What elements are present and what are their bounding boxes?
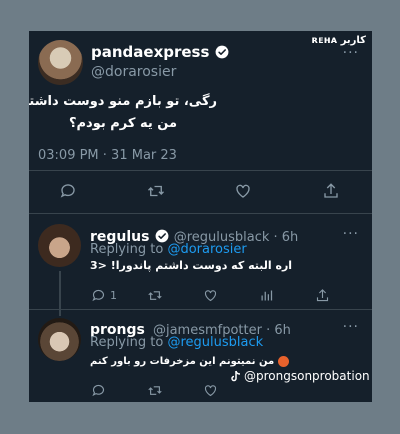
retweet-icon[interactable] — [147, 288, 163, 303]
timestamp[interactable]: 03:09 PM · 31 Mar 23 — [38, 148, 177, 163]
share-icon[interactable] — [322, 182, 340, 200]
tweet-text: من نمیتونم این مزخرفات رو باور کنم — [90, 356, 275, 367]
reply-icon[interactable] — [91, 288, 106, 303]
tweet-text-line-1: رگی، تو بازم منو دوست داشتی اگه — [29, 94, 217, 109]
replying-to: Replying to @regulusblack — [90, 335, 264, 350]
tiktok-watermark: @prongsonprobation — [229, 369, 370, 383]
share-icon[interactable] — [315, 288, 330, 303]
reply-count: 1 — [110, 289, 117, 302]
angry-emoji-icon — [278, 356, 290, 367]
retweet-icon[interactable] — [147, 383, 163, 398]
verified-badge-icon — [215, 45, 229, 59]
more-options-icon[interactable]: ··· — [343, 226, 359, 242]
replying-to-link[interactable]: @dorarosier — [167, 242, 246, 257]
tweet-text-line-2: من یه کرم بودم؟ — [68, 116, 177, 131]
avatar[interactable] — [38, 318, 81, 361]
divider — [29, 170, 372, 171]
handle[interactable]: @dorarosier — [91, 64, 176, 80]
divider — [29, 309, 372, 310]
avatar[interactable] — [38, 40, 83, 85]
reply-action[interactable]: 1 — [91, 288, 117, 303]
reply-icon[interactable] — [59, 182, 77, 200]
verified-badge-icon — [155, 229, 169, 243]
retweet-icon[interactable] — [146, 182, 166, 200]
replying-to: Replying to @dorarosier — [90, 242, 247, 257]
analytics-icon[interactable] — [259, 288, 274, 303]
display-name[interactable]: pandaexpress — [91, 43, 209, 61]
tweet-thread-card: ʀᴇʜᴀ كاربر pandaexpress @dorarosier ··· … — [29, 31, 372, 402]
like-icon[interactable] — [203, 288, 218, 303]
like-icon[interactable] — [203, 383, 218, 398]
tweet-text: اره البته که دوست داشتم پاندورا! <3 — [90, 259, 293, 272]
more-options-icon[interactable]: ··· — [343, 45, 359, 61]
more-options-icon[interactable]: ··· — [343, 319, 359, 335]
tiktok-handle: @prongsonprobation — [244, 369, 370, 383]
divider — [29, 213, 372, 214]
reply-icon[interactable] — [91, 383, 106, 398]
avatar[interactable] — [38, 224, 81, 267]
replying-to-link[interactable]: @regulusblack — [167, 335, 263, 350]
like-icon[interactable] — [234, 182, 252, 200]
tiktok-logo-icon — [231, 370, 241, 381]
